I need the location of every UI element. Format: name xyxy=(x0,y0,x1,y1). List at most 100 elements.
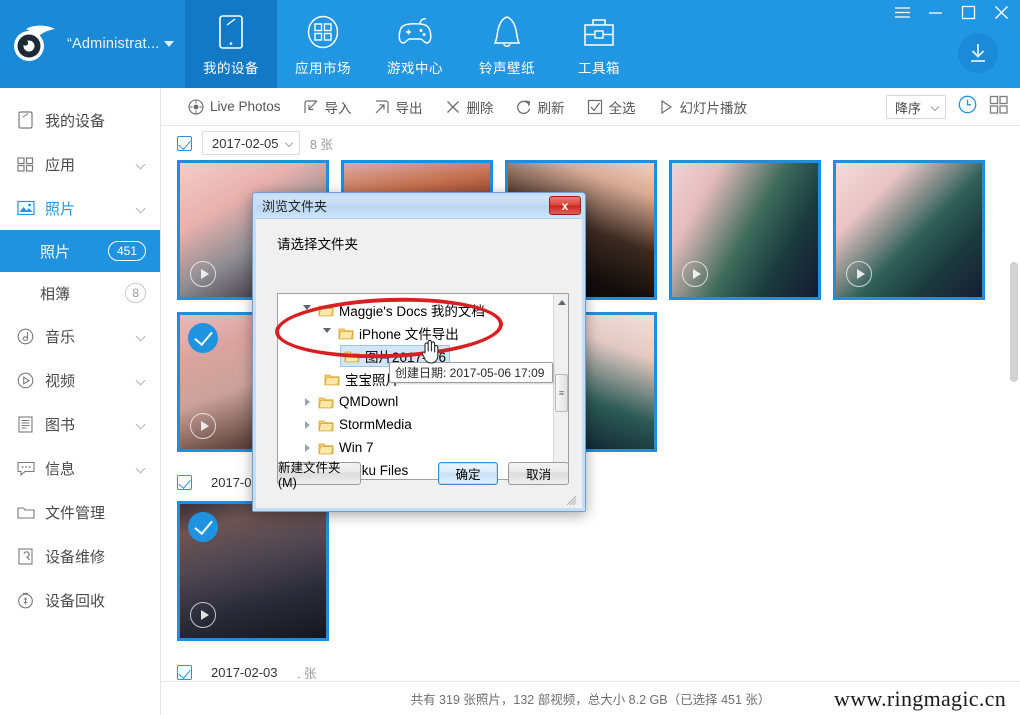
video-icon xyxy=(16,371,35,390)
slideshow-button[interactable]: 幻灯片播放 xyxy=(647,88,759,126)
tab-toolbox[interactable]: 工具箱 xyxy=(553,0,645,88)
date-group-header: 2017-02-03 1 张 xyxy=(161,655,1020,681)
thumbnail-selected-check[interactable] xyxy=(188,323,218,353)
hand-cursor-icon xyxy=(419,338,441,364)
ok-button[interactable]: 确定 xyxy=(437,462,499,485)
cancel-button[interactable]: 取消 xyxy=(508,462,569,485)
sidebar-item-my-device[interactable]: 我的设备 xyxy=(0,98,160,142)
select-all-checkbox-icon xyxy=(587,99,603,115)
chevron-down-icon xyxy=(135,159,146,170)
thumbnail-selected-check[interactable] xyxy=(188,512,218,542)
select-all-button[interactable]: 全选 xyxy=(576,88,647,126)
gamepad-icon xyxy=(396,12,434,52)
expand-arrow-icon[interactable] xyxy=(300,420,314,429)
live-photos-button[interactable]: Live Photos xyxy=(177,88,292,126)
photos-toolbar: Live Photos 导入 导出 删除 刷新 全选 幻灯片播放 降序 xyxy=(161,88,1020,126)
tab-game-center[interactable]: 游戏中心 xyxy=(369,0,461,88)
export-button[interactable]: 导出 xyxy=(363,88,434,126)
sidebar-item-label: 我的设备 xyxy=(45,112,106,130)
tab-my-device[interactable]: 我的设备 xyxy=(185,0,277,88)
sidebar-item-video[interactable]: 视频 xyxy=(0,358,160,402)
maximize-icon[interactable] xyxy=(960,4,977,21)
export-icon xyxy=(374,99,390,115)
tree-node-label: StormMedia xyxy=(339,417,412,432)
sidebar-item-device-repair[interactable]: 设备维修 xyxy=(0,534,160,578)
sidebar-item-file-manager[interactable]: 文件管理 xyxy=(0,490,160,534)
date-group-checkbox[interactable] xyxy=(177,135,192,151)
folder-icon xyxy=(16,503,35,522)
device-icon xyxy=(16,111,35,130)
sidebar-item-label: 文件管理 xyxy=(45,504,106,522)
sidebar-subitem-albums[interactable]: 相簿 8 xyxy=(0,272,160,314)
folder-icon xyxy=(318,418,334,432)
sidebar-item-books[interactable]: 图书 xyxy=(0,402,160,446)
photo-thumbnail[interactable] xyxy=(177,501,329,641)
dialog-titlebar[interactable]: 浏览文件夹 x xyxy=(253,193,585,219)
sidebar-item-label: 应用 xyxy=(45,156,76,174)
chevron-down-icon xyxy=(135,419,146,430)
folder-tree[interactable]: Maggie's Docs 我的文档 iPhone 文件导出 图片2017-5-… xyxy=(277,293,569,480)
tab-ringtone-wallpaper[interactable]: 铃声壁纸 xyxy=(461,0,553,88)
tree-node[interactable]: Maggie's Docs 我的文档 xyxy=(278,298,568,321)
dialog-close-button[interactable]: x xyxy=(549,196,581,215)
toolbar-right-group: 降序 xyxy=(886,88,1008,126)
delete-button[interactable]: 删除 xyxy=(434,88,505,126)
download-arrow-icon xyxy=(971,44,985,62)
photo-thumbnail[interactable] xyxy=(669,160,821,300)
expand-arrow-icon[interactable] xyxy=(320,328,334,337)
sidebar-item-messages[interactable]: 信息 xyxy=(0,446,160,490)
date-group-select[interactable]: 2017-02-03 xyxy=(202,660,298,681)
close-icon[interactable] xyxy=(993,4,1010,21)
toolbar-button-label: 刷新 xyxy=(537,100,565,116)
dialog-buttons: 新建文件夹 (M) 确定 取消 xyxy=(277,461,569,490)
date-group-checkbox[interactable] xyxy=(177,474,192,490)
sidebar-item-label: 设备回收 xyxy=(45,592,106,610)
photo-icon xyxy=(16,199,35,218)
sidebar-item-photos[interactable]: 照片 xyxy=(0,186,160,230)
tree-scrollbar[interactable]: ≡ xyxy=(553,294,568,479)
sort-order-select[interactable]: 降序 xyxy=(886,95,946,119)
expand-arrow-icon[interactable] xyxy=(300,397,314,406)
tab-app-market[interactable]: 应用市场 xyxy=(277,0,369,88)
content-scrollbar-thumb[interactable] xyxy=(1010,262,1018,382)
sidebar-item-label: 图书 xyxy=(45,416,76,434)
scroll-up-arrow-icon[interactable] xyxy=(554,294,568,310)
tree-node[interactable]: QMDownl xyxy=(278,390,568,413)
sidebar-item-music[interactable]: 音乐 xyxy=(0,314,160,358)
sidebar-item-label: 设备维修 xyxy=(45,548,106,566)
status-summary-text: 共有 319 张照片，132 部视频，总大小 8.2 GB（已选择 451 张） xyxy=(410,693,771,707)
date-group-select[interactable]: 2017-02-05 xyxy=(202,131,300,155)
account-zone[interactable]: “Administrat... xyxy=(0,0,185,88)
app-header: “Administrat... 我的设备 应用市场 游戏中心 铃声壁纸 工具箱 xyxy=(0,0,1020,88)
refresh-button[interactable]: 刷新 xyxy=(505,88,576,126)
clock-view-button[interactable] xyxy=(958,95,977,119)
expand-arrow-icon[interactable] xyxy=(300,305,314,314)
sidebar-item-apps[interactable]: 应用 xyxy=(0,142,160,186)
chevron-down-icon xyxy=(135,463,146,474)
photo-thumbnail[interactable] xyxy=(833,160,985,300)
new-folder-button[interactable]: 新建文件夹 (M) xyxy=(277,461,361,490)
window-controls xyxy=(894,4,1010,21)
tree-node[interactable]: StormMedia xyxy=(278,413,568,436)
grid-view-icon xyxy=(989,95,1008,114)
toolbar-button-label: 导出 xyxy=(395,100,423,116)
menu-icon[interactable] xyxy=(894,4,911,21)
download-button[interactable] xyxy=(958,33,998,73)
tree-node[interactable]: Win 7 xyxy=(278,436,568,459)
sidebar-item-device-recycle[interactable]: 设备回收 xyxy=(0,578,160,622)
date-group-checkbox[interactable] xyxy=(177,664,192,680)
account-label[interactable]: “Administrat... xyxy=(67,36,175,52)
tree-scrollbar-thumb[interactable]: ≡ xyxy=(555,374,568,412)
import-button[interactable]: 导入 xyxy=(292,88,363,126)
toolbox-icon xyxy=(582,12,616,52)
tree-node-label: QMDownl xyxy=(339,394,399,409)
dialog-resize-grip[interactable] xyxy=(566,493,577,506)
expand-arrow-icon[interactable] xyxy=(300,443,314,452)
minimize-icon[interactable] xyxy=(927,4,944,21)
tree-node-label: Win 7 xyxy=(339,440,374,455)
sidebar-subitem-photos[interactable]: 照片 451 xyxy=(0,230,160,272)
status-bar: 共有 319 张照片，132 部视频，总大小 8.2 GB（已选择 451 张）… xyxy=(161,681,1020,715)
date-group-label: 2017-0 xyxy=(211,474,252,490)
folder-icon xyxy=(338,326,354,340)
grid-view-button[interactable] xyxy=(989,95,1008,119)
